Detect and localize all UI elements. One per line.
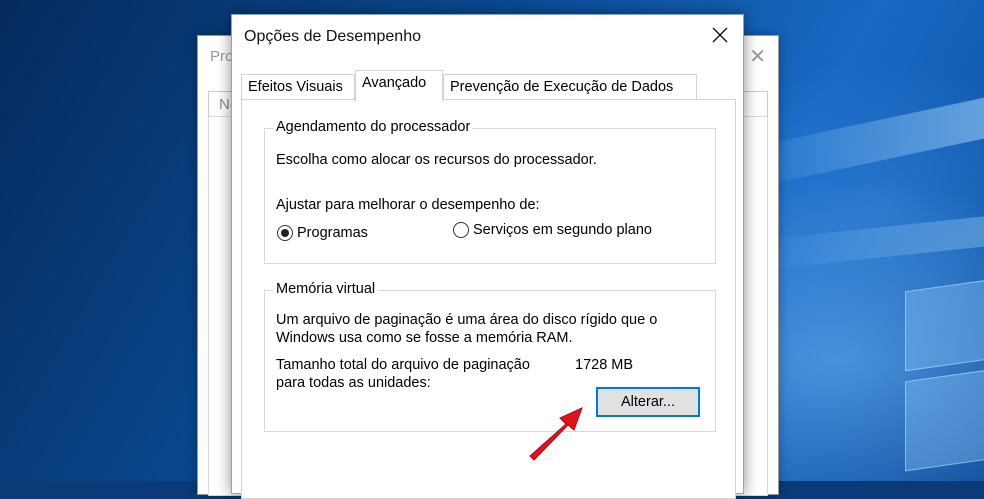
radio-servicos-segundo-plano[interactable]: Serviços em segundo plano (453, 222, 652, 238)
red-arrow-icon (529, 407, 583, 461)
dialog-title: Opções de Desempenho (244, 28, 421, 45)
dialog-titlebar[interactable]: Opções de Desempenho (232, 15, 743, 61)
close-button[interactable] (697, 15, 743, 55)
wallpaper-light-beam (758, 214, 984, 270)
virtual-memory-legend: Memória virtual (273, 281, 379, 297)
radio-programas[interactable]: Programas (277, 225, 368, 241)
adjust-performance-label: Ajustar para melhorar o desempenho de: (276, 197, 540, 213)
paging-file-total-value: 1728 MB (575, 357, 634, 373)
windows-logo-pane (905, 278, 984, 372)
radio-button-checked[interactable] (277, 225, 293, 241)
tab-avancado[interactable]: Avançado (355, 70, 443, 102)
tab-efeitos-visuais[interactable]: Efeitos Visuais (241, 74, 355, 101)
radio-servicos-label: Serviços em segundo plano (473, 222, 652, 238)
advanced-tab-panel: Agendamento do processador Escolha como … (241, 99, 736, 499)
radio-programas-label: Programas (297, 225, 368, 241)
virtual-memory-description: Windows usa como se fosse a memória RAM. (276, 330, 573, 346)
close-icon (712, 27, 728, 43)
paging-file-total-label: Tamanho total do arquivo de paginação (276, 357, 530, 373)
radio-button[interactable] (453, 222, 469, 238)
background-window-title: Pro (210, 48, 234, 65)
performance-options-dialog: Opções de Desempenho Efeitos Visuais Ava… (231, 14, 744, 499)
processor-description: Escolha como alocar os recursos do proce… (276, 152, 597, 168)
windows-logo-pane (905, 368, 984, 472)
close-icon[interactable]: ✕ (749, 44, 766, 69)
change-virtual-memory-button[interactable]: Alterar... (596, 387, 700, 417)
processor-scheduling-legend: Agendamento do processador (273, 119, 474, 135)
virtual-memory-group: Memória virtual Um arquivo de paginação … (264, 281, 716, 432)
virtual-memory-description: Um arquivo de paginação é uma área do di… (276, 312, 658, 328)
processor-scheduling-group: Agendamento do processador Escolha como … (264, 119, 716, 264)
paging-file-total-label: para todas as unidades: (276, 375, 431, 391)
tab-prevencao-execucao-dados[interactable]: Prevenção de Execução de Dados (443, 74, 697, 101)
